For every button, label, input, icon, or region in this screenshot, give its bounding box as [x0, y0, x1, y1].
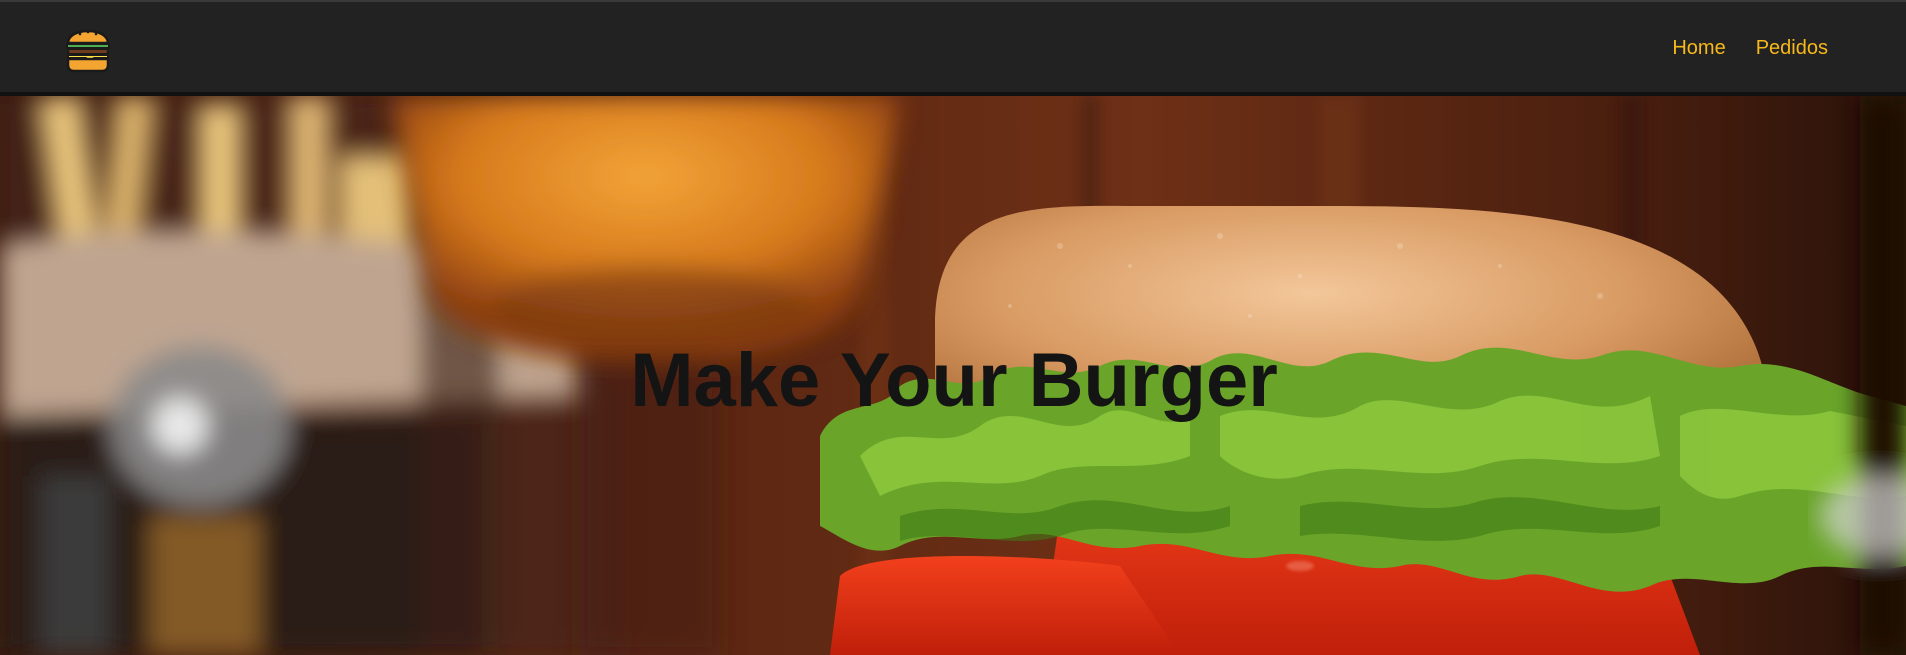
nav-link-home[interactable]: Home	[1672, 36, 1725, 60]
hero-banner: Make Your Burger	[0, 96, 1906, 655]
nav-link-pedidos[interactable]: Pedidos	[1756, 36, 1828, 60]
logo-link[interactable]	[64, 21, 112, 73]
navbar: Home Pedidos	[0, 0, 1906, 96]
nav-links: Home Pedidos	[1672, 36, 1828, 60]
hero-title: Make Your Burger	[630, 338, 1278, 423]
burger-icon	[66, 29, 110, 73]
